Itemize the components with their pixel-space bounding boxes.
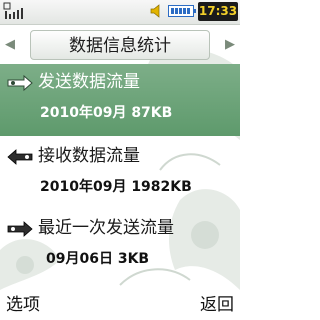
softkey-bar: 选项 返回	[0, 290, 240, 320]
left-arrow-icon[interactable]: ◀	[2, 35, 18, 55]
list-item-label: 最近一次发送流量	[38, 218, 174, 238]
speaker-icon	[150, 4, 160, 18]
right-arrow-icon[interactable]: ▶	[222, 35, 238, 55]
list-item-value: 2010年09月 1982KB	[40, 179, 192, 195]
back-softkey[interactable]: 返回	[200, 292, 234, 318]
list-item-value: 09月06日 3KB	[46, 251, 150, 267]
list-item-value: 2010年09月 87KB	[40, 105, 173, 121]
battery-icon	[168, 5, 196, 17]
list-item-send-traffic[interactable]: 发送数据流量 2010年09月 87KB	[0, 64, 240, 136]
clock: 17:33	[198, 2, 238, 21]
list-item-label: 发送数据流量	[38, 72, 140, 92]
title-bar: ◀ 数据信息统计 ▶	[0, 27, 240, 63]
signal-icon	[3, 2, 23, 19]
list-item-recent-send[interactable]: 最近一次发送流量 09月06日 3KB	[0, 210, 240, 282]
page-title: 数据信息统计	[30, 30, 210, 60]
upload-data-icon	[7, 74, 33, 92]
recent-send-icon	[7, 221, 33, 237]
status-bar: 17:33	[0, 0, 240, 25]
download-data-icon	[7, 149, 33, 165]
options-softkey[interactable]: 选项	[6, 292, 40, 318]
list-item-label: 接收数据流量	[38, 146, 140, 166]
list-item-receive-traffic[interactable]: 接收数据流量 2010年09月 1982KB	[0, 138, 240, 210]
